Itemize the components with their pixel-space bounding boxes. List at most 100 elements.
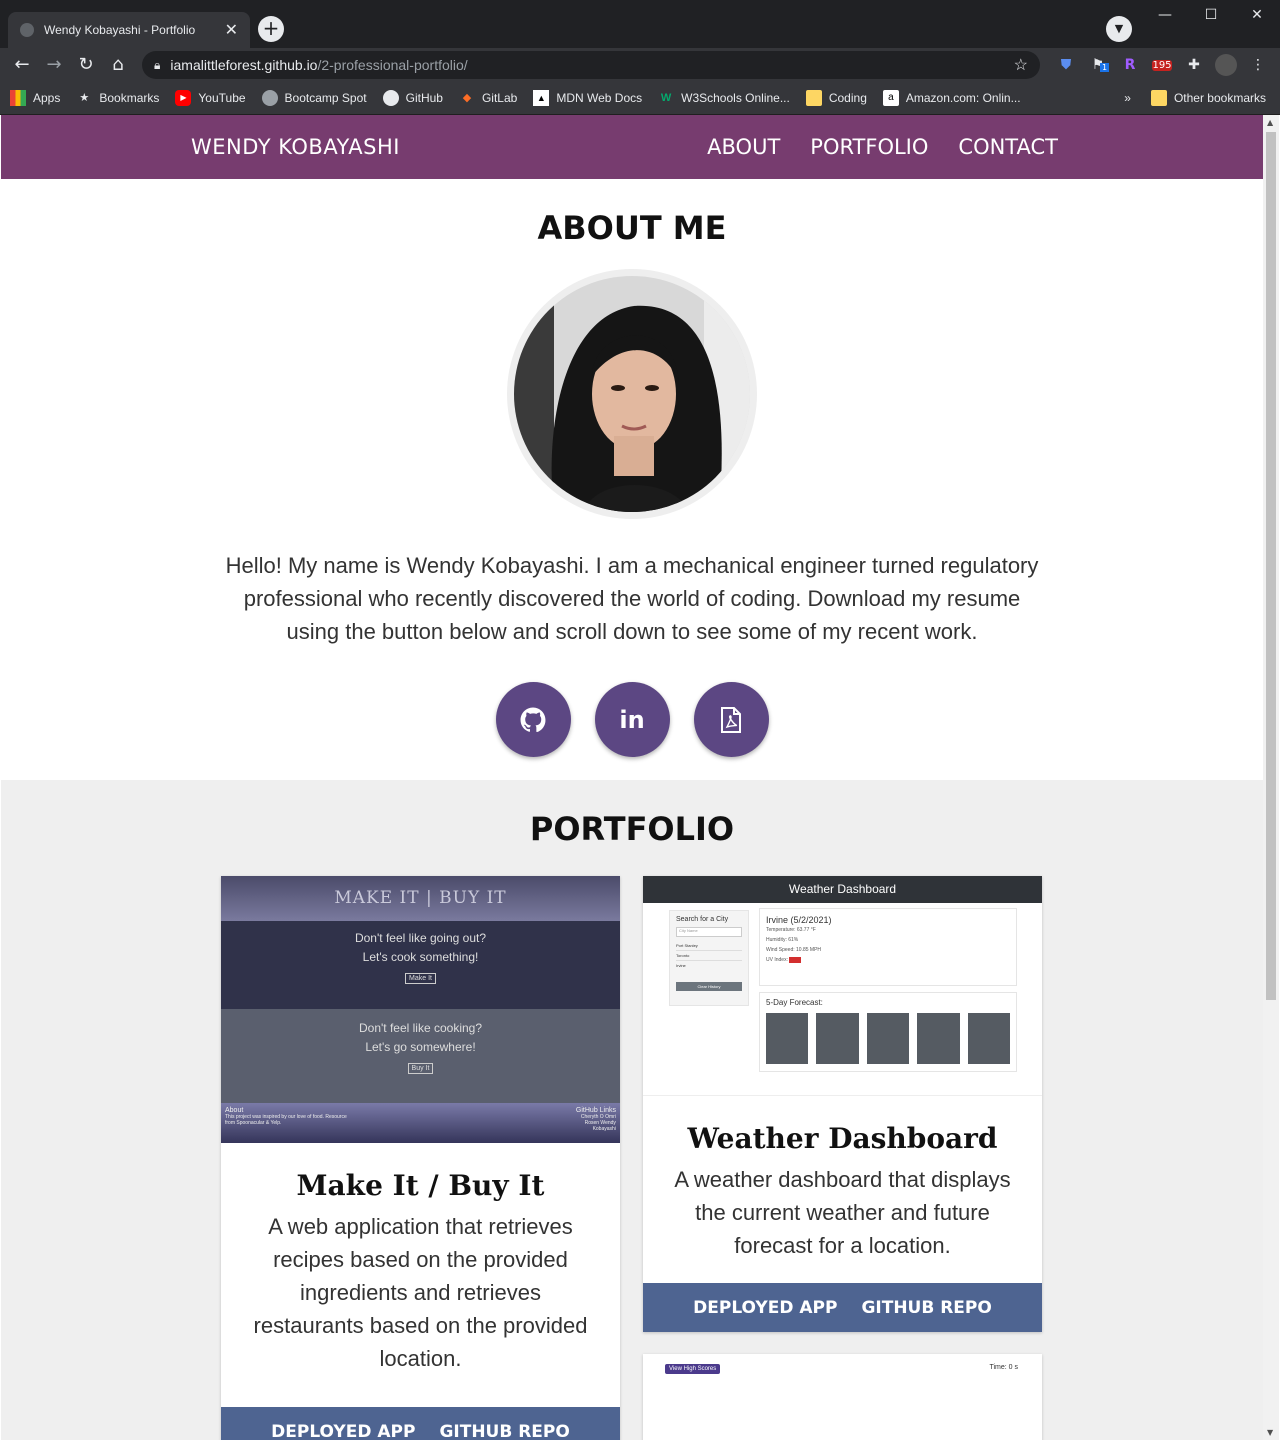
github-link-button[interactable] (495, 682, 571, 757)
globe-icon (261, 90, 278, 106)
bookmark-apps[interactable]: Apps (10, 90, 60, 106)
project-description: A weather dashboard that displays the cu… (674, 1167, 1011, 1258)
thumb-input: City Name (676, 927, 742, 937)
thumb-text: Time: 0 s (989, 1364, 1018, 1371)
forecast-day (917, 1013, 960, 1064)
tab-title: Wendy Kobayashi - Portfolio (44, 23, 196, 37)
nav-link-contact[interactable]: CONTACT (958, 135, 1058, 159)
address-bar[interactable]: 🔒︎ iamalittleforest.github.io/2-professi… (142, 51, 1040, 79)
forward-icon[interactable]: → (38, 51, 70, 79)
new-tab-button[interactable]: + (258, 16, 284, 42)
extensions-puzzle-icon[interactable]: ✚ (1178, 57, 1210, 73)
apps-grid-icon (10, 90, 26, 106)
project-title: Make It / Buy It (296, 1169, 545, 1202)
bookmark-label: Amazon.com: Onlin... (905, 91, 1021, 105)
bookmark-star-icon[interactable]: ☆ (1014, 55, 1028, 75)
tab-close-icon[interactable]: ✕ (225, 20, 238, 40)
profile-photo-frame (507, 269, 757, 519)
about-bio: Hello! My name is Wendy Kobayashi. I am … (225, 553, 1039, 644)
page-scrollbar[interactable]: ▲ ▼ (1263, 115, 1279, 1440)
resume-download-button[interactable] (693, 682, 769, 757)
bookmark-bootcamp-spot[interactable]: Bootcamp Spot (261, 90, 367, 106)
bookmark-other[interactable]: Other bookmarks (1150, 90, 1266, 106)
project-screenshot: MAKE IT | BUY IT Don't feel like going o… (221, 876, 620, 1143)
forecast-day (866, 1013, 910, 1064)
amazon-icon: a (882, 90, 899, 106)
minimize-icon[interactable]: — (1142, 0, 1188, 30)
back-icon[interactable]: ← (6, 51, 38, 79)
menu-kebab-icon[interactable]: ⋮ (1242, 57, 1274, 73)
mail-badge-icon[interactable]: 195 (1152, 59, 1172, 71)
thumb-text: Search for a City (676, 916, 729, 923)
profile-avatar[interactable] (1215, 54, 1237, 76)
home-icon[interactable]: ⌂ (102, 51, 134, 79)
more-bookmarks-chevron-icon[interactable]: » (1124, 91, 1131, 105)
thumb-footer-text: This project was inspired by our love of… (225, 1114, 347, 1126)
forecast-day (967, 1013, 1011, 1064)
bookmark-label: MDN Web Docs (556, 91, 643, 105)
project-card-weather-dashboard: Weather Dashboard Search for a City City… (643, 876, 1042, 1332)
portfolio-heading: PORTFOLIO (529, 810, 735, 848)
bookmark-github[interactable]: GitHub (382, 90, 443, 106)
thumb-text: Don't feel like going out? (354, 931, 487, 945)
site-navbar: WENDY KOBAYASHI ABOUT PORTFOLIO CONTACT (1, 115, 1263, 179)
browser-tab[interactable]: Wendy Kobayashi - Portfolio ✕ (8, 12, 250, 48)
uv-badge (789, 956, 802, 963)
bookmark-w3schools[interactable]: W W3Schools Online... (658, 90, 790, 106)
nav-link-about[interactable]: ABOUT (707, 135, 780, 159)
thumb-text: 5-Day Forecast: (766, 998, 823, 1007)
linkedin-link-button[interactable]: in (594, 682, 670, 757)
github-repo-link[interactable]: GITHUB REPO (861, 1298, 991, 1318)
bookmark-bookmarks[interactable]: ★ Bookmarks (76, 90, 159, 106)
thumb-button: Clear History (676, 982, 742, 991)
w3schools-icon: W (660, 92, 672, 104)
scroll-down-arrow-icon[interactable]: ▼ (1267, 1428, 1273, 1437)
github-icon (520, 707, 546, 732)
linkedin-icon: in (619, 705, 645, 734)
r-extension-icon[interactable]: R (1114, 57, 1146, 73)
scrollbar-thumb[interactable] (1266, 132, 1276, 1000)
project-screenshot: Weather Dashboard Search for a City City… (643, 876, 1042, 1096)
browser-toolbar: ← → ↻ ⌂ 🔒︎ iamalittleforest.github.io/2-… (0, 48, 1280, 82)
bookmark-label: W3Schools Online... (681, 91, 790, 105)
nav-link-portfolio[interactable]: PORTFOLIO (810, 135, 928, 159)
thumb-text: Humidity: 61% (766, 937, 799, 943)
youtube-icon: ▶ (175, 90, 192, 106)
bookmark-mdn[interactable]: ▲ MDN Web Docs (533, 90, 642, 106)
browser-tabbar: Wendy Kobayashi - Portfolio ✕ + ▼ — ☐ ✕ (0, 0, 1280, 48)
bookmark-label: Apps (33, 91, 61, 105)
bookmark-coding[interactable]: Coding (805, 90, 867, 106)
forecast-day (766, 1013, 809, 1064)
gitlab-icon: ◆ (462, 92, 472, 104)
extension-badge-icon[interactable]: ⚑ 1 (1082, 57, 1114, 73)
bookmark-amazon[interactable]: a Amazon.com: Onlin... (882, 90, 1021, 106)
pdf-icon (721, 706, 741, 733)
project-description: A web application that retrieves recipes… (253, 1214, 588, 1371)
tab-search-icon[interactable]: ▼ (1106, 16, 1132, 42)
deployed-app-link[interactable]: DEPLOYED APP (271, 1422, 415, 1440)
site-brand[interactable]: WENDY KOBAYASHI (191, 135, 400, 159)
thumb-text: Don't feel like cooking? (358, 1021, 483, 1035)
url-path: /2-professional-portfolio/ (317, 57, 468, 73)
lock-icon: 🔒︎ (154, 57, 161, 72)
about-heading: ABOUT ME (537, 209, 727, 247)
bitwarden-icon[interactable]: ⛊ (1050, 57, 1082, 73)
bookmark-gitlab[interactable]: ◆ GitLab (459, 90, 518, 106)
tab-favicon-icon (20, 23, 34, 37)
deployed-app-link[interactable]: DEPLOYED APP (693, 1298, 837, 1318)
bookmark-label: GitLab (481, 91, 518, 105)
window-close-icon[interactable]: ✕ (1234, 0, 1280, 30)
bookmark-label: GitHub (405, 91, 443, 105)
github-repo-link[interactable]: GITHUB REPO (439, 1422, 569, 1440)
thumb-history-item: Irvine (676, 963, 686, 968)
url-host: iamalittleforest.github.io (170, 57, 318, 73)
bookmark-youtube[interactable]: ▶ YouTube (175, 90, 246, 106)
thumb-footer-title: GitHub Links (575, 1107, 616, 1114)
scroll-up-arrow-icon[interactable]: ▲ (1267, 118, 1273, 127)
bookmark-label: Other bookmarks (1173, 91, 1266, 105)
thumb-text: UV Index: (766, 957, 788, 963)
reload-icon[interactable]: ↻ (70, 51, 102, 79)
maximize-icon[interactable]: ☐ (1188, 0, 1234, 30)
thumb-footer-text: Cheryth O Omri Rosen Wendy Kobayashi (580, 1114, 616, 1132)
star-icon: ★ (79, 92, 90, 104)
